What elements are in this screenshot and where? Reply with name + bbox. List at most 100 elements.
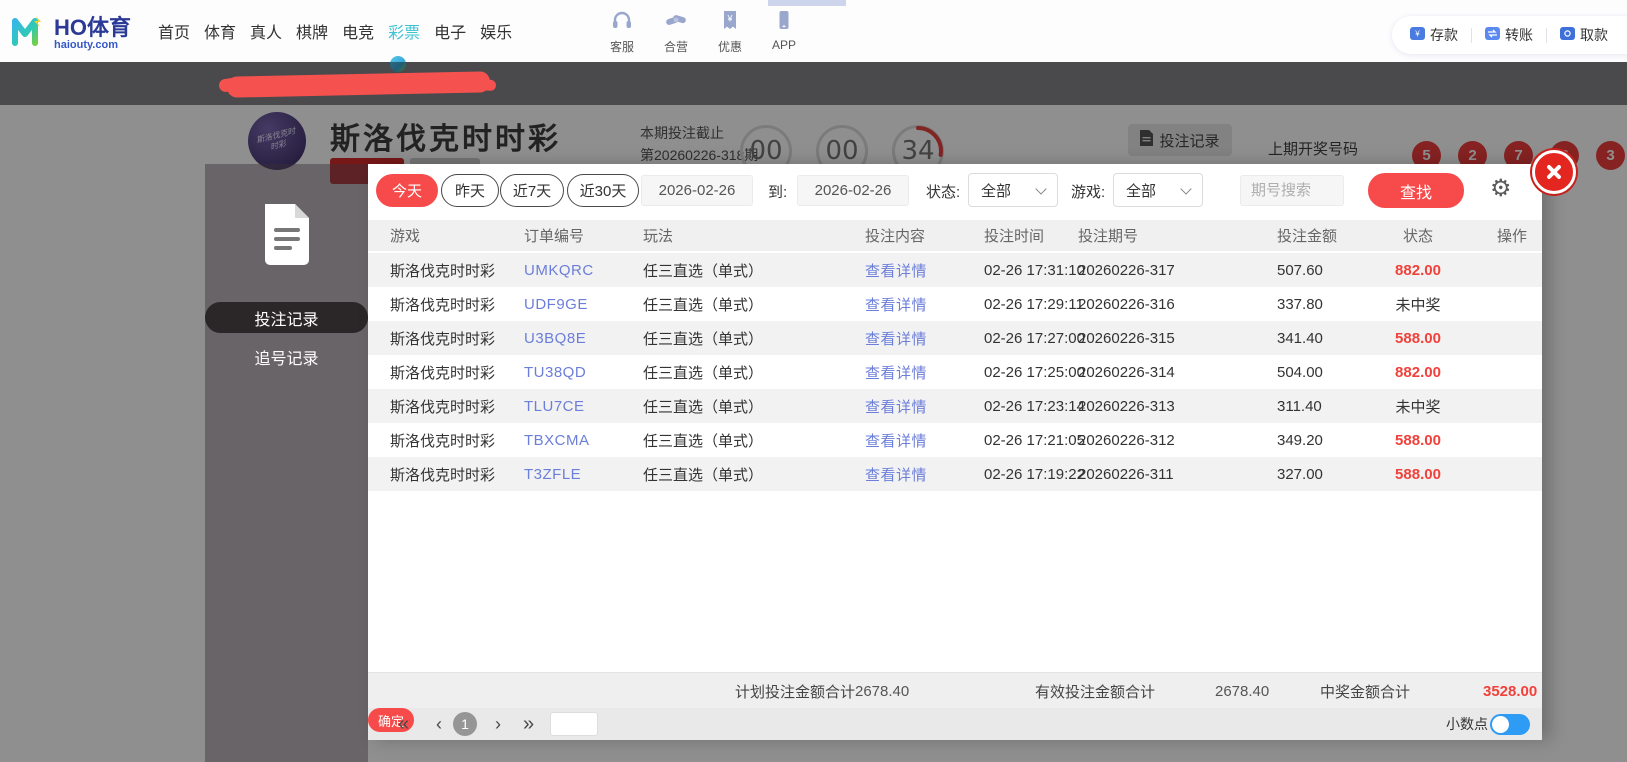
cell-order-number-link[interactable]: TU38QD xyxy=(524,355,586,389)
last-page-button[interactable]: » xyxy=(523,708,534,740)
cell-bet-period: 20260226-313 xyxy=(1078,397,1175,415)
search-button[interactable]: 查找 xyxy=(1368,173,1464,208)
withdraw-icon xyxy=(1560,27,1575,43)
quick-label: 优惠 xyxy=(717,40,742,54)
cell-bet-period: 20260226-314 xyxy=(1078,363,1175,381)
svg-text:¥: ¥ xyxy=(1414,30,1420,39)
partnership-item[interactable]: 合营 xyxy=(654,9,698,55)
game-select[interactable]: 全部 xyxy=(1113,173,1203,207)
cell-status: 588.00 xyxy=(1395,431,1441,449)
sidebar-tab-bet-record[interactable]: 投注记录 xyxy=(205,302,368,333)
cell-order-number-link[interactable]: UMKQRC xyxy=(524,253,594,287)
cell-bet-time: 02-26 17:21:05 xyxy=(984,431,1085,449)
gear-icon[interactable]: ⚙ xyxy=(1490,174,1512,203)
cell-order-number-link[interactable]: UDF9GE xyxy=(524,287,588,321)
cell-view-details-link[interactable]: 查看详情 xyxy=(865,423,927,457)
page-jump-input[interactable] xyxy=(550,712,598,736)
nav-menu-item[interactable]: 棋牌 xyxy=(296,19,328,43)
status-select[interactable]: 全部 xyxy=(968,173,1058,207)
table-row: 斯洛伐克时时彩 TBXCMA 任三直选（单式） 查看详情 02-26 17:21:05 2… xyxy=(368,423,1542,457)
table-row: 斯洛伐克时时彩 UDF9GE 任三直选（单式） 查看详情 02-26 17:29:11 2… xyxy=(368,287,1542,321)
close-modal-button[interactable] xyxy=(1532,150,1576,194)
range-30days-button[interactable]: 近30天 xyxy=(567,174,639,207)
cell-play-type: 任三直选（单式） xyxy=(643,364,764,382)
win-total-value: 3528.00 xyxy=(1483,682,1538,700)
top-nav-bar: HO体育 haiouty.com 首页 体育 真人 棋牌 电竞 彩票 电子 娱乐 客服 合营 … xyxy=(0,0,1627,63)
record-document-icon xyxy=(259,198,315,271)
screen: HO体育 haiouty.com 首页 体育 真人 棋牌 电竞 彩票 电子 娱乐 客服 合营 … xyxy=(0,0,1627,762)
transfer-icon xyxy=(1485,27,1500,43)
nav-menu-item[interactable]: 彩票 xyxy=(388,19,420,43)
game-label: 游戏: xyxy=(1071,184,1106,201)
app-download-item[interactable]: APP xyxy=(762,9,806,55)
current-page-badge[interactable]: 1 xyxy=(453,712,477,736)
cell-order-number-link[interactable]: T3ZFLE xyxy=(524,457,581,491)
divider xyxy=(1471,27,1472,43)
cell-order-number-link[interactable]: TBXCMA xyxy=(524,423,590,457)
cell-play-type: 任三直选（单式） xyxy=(643,398,764,416)
nav-menu-item[interactable]: 电竞 xyxy=(342,19,374,43)
phone-icon xyxy=(773,9,795,36)
table-header-row: 游戏 订单编号 玩法 投注内容 投注时间 投注期号 投注金额 状态 操作 xyxy=(368,220,1542,251)
cell-play-type: 任三直选（单式） xyxy=(643,296,764,314)
range-today-button[interactable]: 今天 xyxy=(376,174,438,207)
column-header: 状态 xyxy=(1402,228,1433,245)
quick-label: 客服 xyxy=(609,40,634,54)
cell-action xyxy=(1482,389,1542,423)
nav-menu-item[interactable]: 娱乐 xyxy=(480,19,512,43)
nav-menu-item[interactable]: 首页 xyxy=(158,19,190,43)
date-from-input[interactable]: 2026-02-26 xyxy=(641,175,753,206)
sidebar-tab-chase-record[interactable]: 追号记录 xyxy=(205,341,368,372)
nav-menu-item[interactable]: 电子 xyxy=(434,19,466,43)
cell-bet-time: 02-26 17:27:00 xyxy=(984,329,1085,347)
valid-total-label: 有效投注金额合计 xyxy=(1035,683,1156,701)
coupon-icon: ¥ xyxy=(719,9,741,36)
withdraw-button[interactable]: 取款 xyxy=(1560,25,1608,45)
plan-total-value: 2678.40 xyxy=(855,682,910,700)
cell-game: 斯洛伐克时时彩 xyxy=(390,330,496,348)
cell-view-details-link[interactable]: 查看详情 xyxy=(865,321,927,355)
first-page-button[interactable]: « xyxy=(398,708,409,740)
date-to-label: 到: xyxy=(768,184,788,201)
range-yesterday-button[interactable]: 昨天 xyxy=(441,174,499,207)
cell-game: 斯洛伐克时时彩 xyxy=(390,262,496,280)
range-7days-button[interactable]: 近7天 xyxy=(500,174,564,207)
cell-play-type: 任三直选（单式） xyxy=(643,330,764,348)
cell-bet-time: 02-26 17:31:10 xyxy=(984,261,1085,279)
decimal-toggle-label: 小数点 xyxy=(1446,716,1488,732)
table-body: 斯洛伐克时时彩 UMKQRC 任三直选（单式） 查看详情 02-26 17:31:10 2… xyxy=(368,253,1542,491)
table-row: 斯洛伐克时时彩 UMKQRC 任三直选（单式） 查看详情 02-26 17:31:10 2… xyxy=(368,253,1542,287)
chevron-down-icon xyxy=(1035,183,1047,195)
transfer-label: 转账 xyxy=(1505,27,1533,43)
cell-view-details-link[interactable]: 查看详情 xyxy=(865,355,927,389)
cell-order-number-link[interactable]: TLU7CE xyxy=(524,389,585,423)
top-notch-decoration xyxy=(768,0,846,6)
cell-bet-amount: 337.80 xyxy=(1277,295,1323,313)
nav-menu-item[interactable]: 体育 xyxy=(204,19,236,43)
customer-service-item[interactable]: 客服 xyxy=(600,9,644,55)
promotions-item[interactable]: ¥ 优惠 xyxy=(708,9,752,55)
cell-status: 588.00 xyxy=(1395,465,1441,483)
cell-view-details-link[interactable]: 查看详情 xyxy=(865,389,927,423)
cell-view-details-link[interactable]: 查看详情 xyxy=(865,287,927,321)
cell-bet-amount: 507.60 xyxy=(1277,261,1323,279)
cell-play-type: 任三直选（单式） xyxy=(643,466,764,484)
cell-view-details-link[interactable]: 查看详情 xyxy=(865,253,927,287)
nav-menu-item[interactable]: 真人 xyxy=(250,19,282,43)
cell-view-details-link[interactable]: 查看详情 xyxy=(865,457,927,491)
brand-logo[interactable]: HO体育 haiouty.com xyxy=(10,12,131,55)
period-search-input[interactable] xyxy=(1240,175,1344,206)
next-page-button[interactable]: › xyxy=(495,708,501,740)
date-to-input[interactable]: 2026-02-26 xyxy=(797,175,909,206)
brand-name: HO体育 xyxy=(54,14,132,40)
redaction-scribble xyxy=(461,77,497,92)
bet-record-panel: 今天 昨天 近7天 近30天 2026-02-26 到: 2026-02-26 … xyxy=(368,164,1542,740)
prev-page-button[interactable]: ‹ xyxy=(436,708,442,740)
quick-label: APP xyxy=(771,38,796,52)
quick-label: 合营 xyxy=(663,40,688,54)
decimal-toggle-switch[interactable] xyxy=(1490,714,1530,735)
transfer-button[interactable]: 转账 xyxy=(1485,25,1533,45)
cell-bet-time: 02-26 17:25:00 xyxy=(984,363,1085,381)
deposit-button[interactable]: ¥ 存款 xyxy=(1410,25,1458,45)
cell-order-number-link[interactable]: U3BQ8E xyxy=(524,321,586,355)
